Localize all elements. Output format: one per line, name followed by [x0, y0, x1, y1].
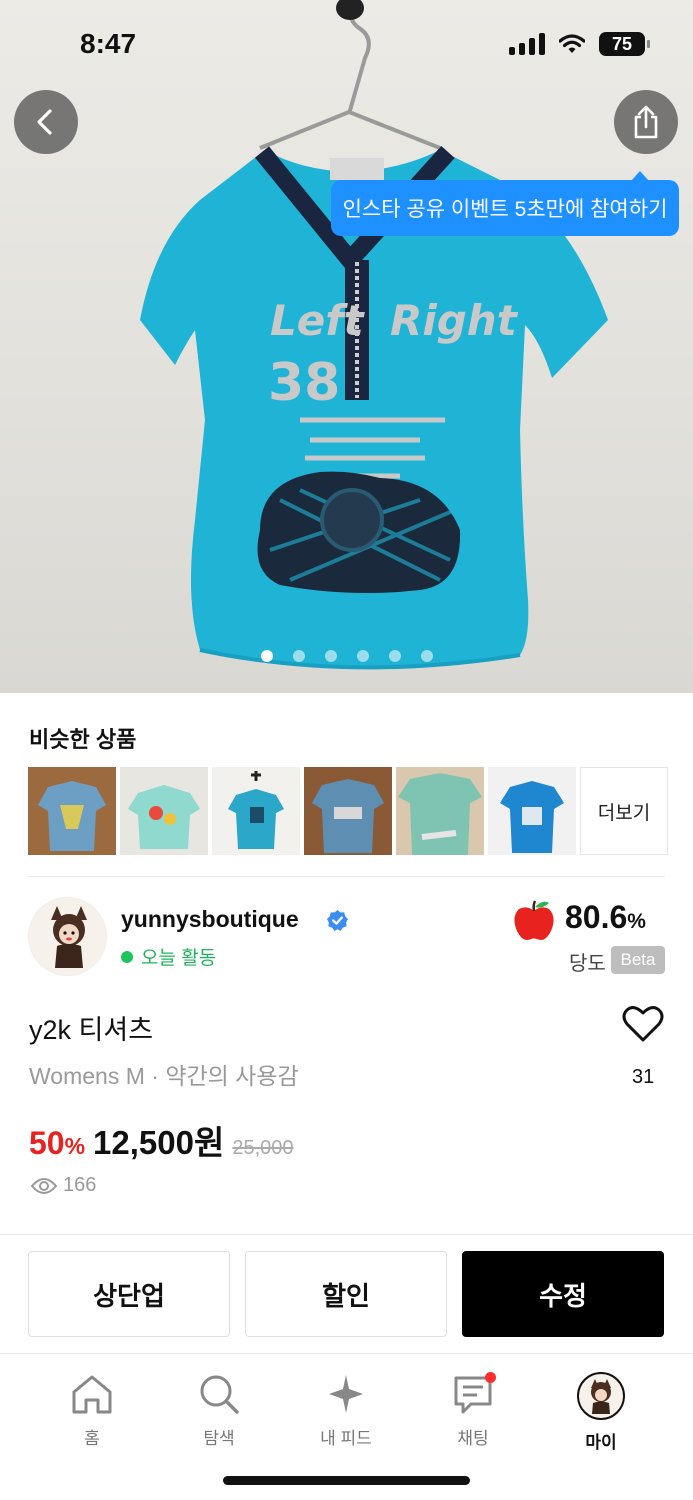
sparkle-icon	[329, 1375, 363, 1413]
page-dot[interactable]	[356, 650, 369, 662]
tab-home[interactable]: 홈	[32, 1372, 152, 1449]
discount-value: 50	[29, 1125, 65, 1161]
similar-item-thumbnail[interactable]	[488, 767, 576, 855]
product-image-carousel[interactable]: Left Right 38 8:47 75 인스타 공유 이벤트 5초만에 참여…	[0, 0, 693, 693]
tab-label: 마이	[585, 1433, 617, 1452]
product-meta: Womens M · 약간의 사용감	[29, 1063, 299, 1089]
view-count-value: 166	[63, 1174, 97, 1196]
tab-chat[interactable]: 채팅	[413, 1372, 533, 1449]
similar-products-title: 비슷한 상품	[29, 727, 137, 752]
score-value: 80.6	[565, 899, 628, 935]
page-dot[interactable]	[260, 650, 273, 662]
score-unit: %	[627, 910, 646, 933]
search-icon	[200, 1375, 239, 1414]
view-count: 166	[31, 1174, 96, 1197]
similar-item-thumbnail[interactable]	[28, 767, 116, 855]
similar-item-thumbnail[interactable]	[212, 767, 300, 855]
unread-badge	[485, 1372, 496, 1383]
online-dot-icon	[121, 950, 133, 963]
tab-feed[interactable]: 내 피드	[286, 1372, 406, 1449]
similar-products-row: 더보기	[28, 767, 668, 855]
apple-icon	[514, 900, 554, 940]
discount-button[interactable]: 할인	[245, 1251, 447, 1337]
home-icon	[72, 1375, 112, 1414]
product-photo: Left Right 38	[140, 0, 608, 670]
tab-search[interactable]: 탐색	[159, 1372, 279, 1449]
activity-label: 오늘 활동	[141, 948, 217, 969]
svg-text:Right: Right	[390, 296, 519, 345]
page-dot[interactable]	[388, 650, 401, 662]
original-price: 25,000	[232, 1137, 294, 1159]
carousel-pagination	[0, 650, 693, 662]
price-row: 50% 12,500원 25,000	[29, 1116, 294, 1164]
similar-item-thumbnail[interactable]	[396, 767, 484, 855]
eye-icon	[31, 1177, 57, 1194]
seller-name[interactable]: yunnysboutique	[121, 906, 299, 933]
edit-button[interactable]: 수정	[462, 1251, 664, 1337]
tab-my[interactable]: 마이	[541, 1372, 661, 1453]
divider	[28, 876, 665, 877]
like-count: 31	[632, 1066, 655, 1088]
tab-label: 탐색	[203, 1429, 235, 1448]
page-dot[interactable]	[324, 650, 337, 662]
tab-label: 홈	[84, 1429, 100, 1448]
seller-score: 80.6%	[565, 899, 646, 936]
similar-item-thumbnail[interactable]	[304, 767, 392, 855]
status-bar: 8:47 75	[0, 0, 693, 90]
cat-character-avatar	[29, 898, 106, 975]
score-label: 당도	[569, 953, 606, 975]
share-button[interactable]	[614, 90, 678, 154]
chevron-left-icon	[37, 109, 52, 135]
wifi-icon	[559, 34, 585, 53]
divider	[0, 1234, 693, 1235]
battery-indicator: 75	[599, 32, 650, 56]
share-event-tooltip[interactable]: 인스타 공유 이벤트 5초만에 참여하기	[331, 171, 679, 236]
product-title: y2k 티셔츠	[29, 1015, 154, 1045]
home-indicator	[223, 1476, 470, 1485]
sale-price: 12,500원	[93, 1124, 225, 1161]
heart-icon[interactable]	[622, 1005, 664, 1043]
share-icon	[634, 105, 658, 139]
discount-rate: 50%	[29, 1125, 85, 1162]
discount-unit: %	[64, 1133, 86, 1159]
beta-badge: Beta	[611, 946, 665, 974]
bump-button[interactable]: 상단업	[28, 1251, 230, 1337]
profile-avatar-icon	[577, 1372, 625, 1420]
status-time: 8:47	[80, 28, 137, 59]
tab-label: 채팅	[457, 1429, 489, 1448]
cellular-signal-icon	[509, 33, 545, 55]
tab-label: 내 피드	[320, 1429, 372, 1448]
svg-text:Left: Left	[270, 296, 366, 345]
back-button[interactable]	[14, 90, 78, 154]
page-dot[interactable]	[292, 650, 305, 662]
more-similar-button[interactable]: 더보기	[580, 767, 668, 855]
similar-item-thumbnail[interactable]	[120, 767, 208, 855]
svg-text:38: 38	[268, 353, 340, 413]
seller-avatar[interactable]	[28, 897, 107, 976]
page-dot[interactable]	[420, 650, 433, 662]
seller-activity-status: 오늘 활동	[121, 943, 216, 970]
verified-badge-icon	[326, 909, 349, 932]
